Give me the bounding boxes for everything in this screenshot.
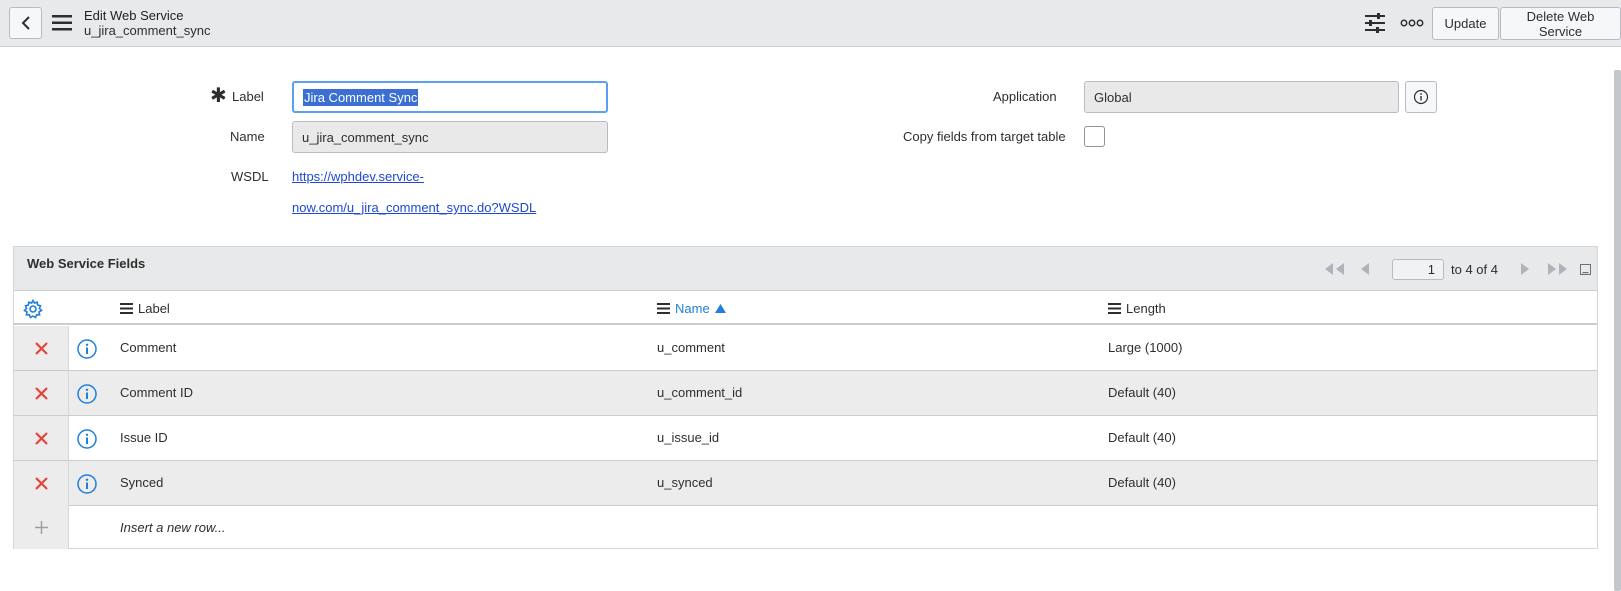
- copy-fields-label: Copy fields from target table: [903, 129, 1066, 144]
- row-name: u_comment_id: [657, 385, 743, 400]
- page-number-input[interactable]: 1: [1392, 259, 1444, 280]
- row-length: Default (40): [1108, 475, 1176, 490]
- table-row[interactable]: Issue ID u_issue_id Default (40): [14, 416, 1597, 461]
- wsdl-field-label: WSDL: [231, 169, 269, 184]
- name-input[interactable]: u_jira_comment_sync: [292, 121, 608, 153]
- wsdl-link-line1[interactable]: https://wphdev.service-: [292, 169, 424, 184]
- column-name-text: Name: [675, 301, 710, 316]
- row-length: Default (40): [1108, 385, 1176, 400]
- column-menu-icon[interactable]: [120, 303, 133, 314]
- back-button[interactable]: [9, 7, 42, 39]
- plus-icon: [34, 520, 48, 534]
- sliders-icon[interactable]: [1364, 13, 1386, 33]
- info-icon[interactable]: [76, 428, 98, 450]
- application-info-button[interactable]: [1405, 81, 1437, 113]
- column-header-name[interactable]: Name: [657, 301, 726, 316]
- add-row-button[interactable]: [14, 505, 69, 549]
- collapse-icon[interactable]: [1580, 264, 1591, 275]
- insert-new-row-text[interactable]: Insert a new row...: [120, 520, 226, 535]
- more-options-icon[interactable]: [1400, 13, 1424, 33]
- page-title: Edit Web Service: [84, 8, 184, 23]
- column-menu-icon[interactable]: [1108, 303, 1121, 314]
- sort-ascending-icon: [714, 304, 726, 313]
- close-icon: [34, 386, 48, 400]
- application-input[interactable]: Global: [1084, 81, 1399, 113]
- insert-row[interactable]: Insert a new row...: [14, 505, 1597, 549]
- close-icon: [34, 341, 48, 355]
- close-icon: [34, 476, 48, 490]
- gear-icon[interactable]: [23, 299, 43, 319]
- list-title: Web Service Fields: [27, 256, 146, 271]
- delete-row-button[interactable]: [14, 461, 69, 505]
- info-icon[interactable]: [76, 338, 98, 360]
- wsdl-link-line2[interactable]: now.com/u_jira_comment_sync.do?WSDL: [292, 200, 536, 215]
- row-label: Issue ID: [120, 430, 168, 445]
- info-icon[interactable]: [76, 383, 98, 405]
- row-name: u_synced: [657, 475, 713, 490]
- page-subtitle: u_jira_comment_sync: [84, 23, 211, 38]
- delete-row-button[interactable]: [14, 416, 69, 460]
- row-length: Large (1000): [1108, 340, 1183, 355]
- table-row[interactable]: Comment u_comment Large (1000): [14, 326, 1597, 371]
- row-name: u_issue_id: [657, 430, 720, 445]
- column-length-text: Length: [1126, 301, 1166, 316]
- previous-page-icon[interactable]: [1359, 261, 1371, 277]
- list-header: Web Service Fields 1 to 4 of 4: [14, 247, 1597, 291]
- info-icon: [1413, 89, 1429, 105]
- column-header-label[interactable]: Label: [120, 301, 170, 316]
- label-input-value: Jira Comment Sync: [303, 88, 419, 106]
- scrollbar[interactable]: [1614, 70, 1621, 591]
- label-input[interactable]: Jira Comment Sync: [292, 81, 608, 113]
- hamburger-menu-icon[interactable]: [52, 14, 72, 32]
- delete-row-button[interactable]: [14, 326, 69, 370]
- row-label: Comment: [120, 340, 177, 355]
- row-length: Default (40): [1108, 430, 1176, 445]
- form-header: Edit Web Service u_jira_comment_sync Upd…: [0, 0, 1621, 47]
- delete-web-service-button[interactable]: Delete Web Service: [1500, 7, 1621, 40]
- column-menu-icon[interactable]: [657, 303, 670, 314]
- row-label: Synced: [120, 475, 164, 490]
- chevron-left-icon: [21, 16, 30, 30]
- title-block: Edit Web Service u_jira_comment_sync: [84, 8, 210, 38]
- table-row[interactable]: Comment ID u_comment_id Default (40): [14, 371, 1597, 416]
- page-range-text: to 4 of 4: [1451, 262, 1498, 277]
- first-page-icon[interactable]: [1322, 261, 1346, 277]
- info-icon[interactable]: [76, 473, 98, 495]
- table-row[interactable]: Synced u_synced Default (40): [14, 461, 1597, 506]
- name-field-label: Name: [230, 129, 265, 144]
- column-header-length[interactable]: Length: [1108, 301, 1166, 316]
- last-page-icon[interactable]: [1546, 261, 1570, 277]
- label-field-label: Label: [232, 89, 264, 104]
- web-service-fields-list: Web Service Fields 1 to 4 of 4 Label Nam…: [13, 246, 1598, 549]
- column-label-text: Label: [138, 301, 170, 316]
- column-header-row: Label Name Length: [14, 292, 1597, 325]
- required-star-icon: ✱: [210, 85, 227, 107]
- close-icon: [34, 431, 48, 445]
- next-page-icon[interactable]: [1519, 261, 1531, 277]
- row-label: Comment ID: [120, 385, 193, 400]
- copy-fields-checkbox[interactable]: [1084, 126, 1105, 147]
- application-field-label: Application: [993, 89, 1057, 104]
- row-name: u_comment: [657, 340, 725, 355]
- delete-row-button[interactable]: [14, 371, 69, 415]
- update-button[interactable]: Update: [1432, 7, 1499, 40]
